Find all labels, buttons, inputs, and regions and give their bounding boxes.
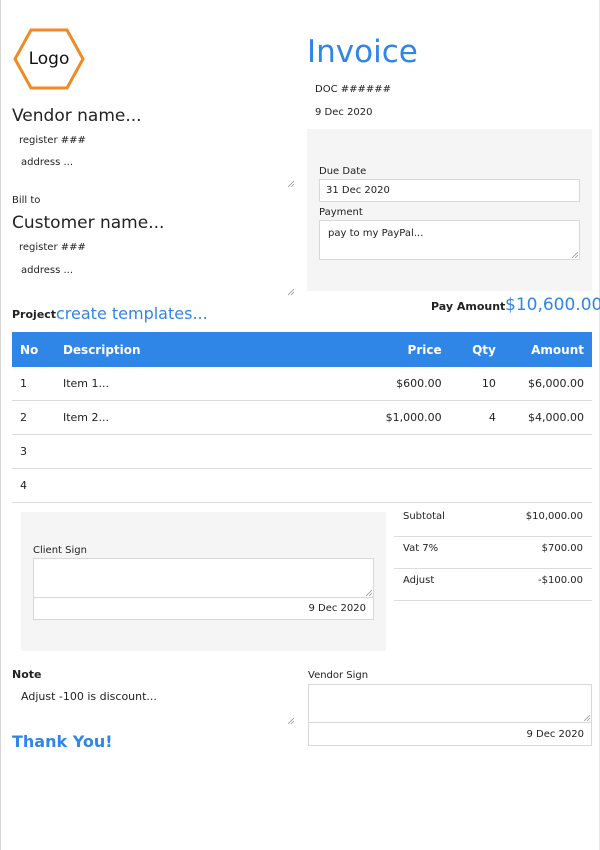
thank-you-text: Thank You! xyxy=(12,732,113,751)
vat-label[interactable]: Vat 7% xyxy=(403,543,438,554)
subtotal-value: $10,000.00 xyxy=(525,511,583,522)
doc-number[interactable]: DOC ###### xyxy=(315,84,391,95)
row-qty[interactable] xyxy=(449,468,504,503)
row-description[interactable] xyxy=(54,468,339,503)
table-row: 2 Item 2... $1,000.00 4 $4,000.00 xyxy=(12,400,592,435)
vendor-sign-label: Vendor Sign xyxy=(308,670,369,681)
row-price[interactable]: $1,000.00 xyxy=(338,400,450,435)
note-text[interactable]: Adjust -100 is discount... xyxy=(21,690,157,703)
bill-to-label: Bill to xyxy=(12,195,41,206)
payment-label: Payment xyxy=(319,207,363,218)
row-qty[interactable] xyxy=(449,434,504,469)
row-amount xyxy=(503,468,592,503)
subtotal-label: Subtotal xyxy=(403,511,445,522)
note-label: Note xyxy=(12,668,42,681)
customer-register[interactable]: register ### xyxy=(19,242,86,253)
payment-value: pay to my PayPal... xyxy=(328,228,424,239)
row-qty[interactable]: 4 xyxy=(449,400,504,435)
subtotal-row: Subtotal $10,000.00 xyxy=(394,504,592,537)
row-description[interactable]: Item 1... xyxy=(54,367,339,401)
page-border-left xyxy=(0,0,1,850)
vendor-sign-date: 9 Dec 2020 xyxy=(526,729,584,740)
row-description[interactable] xyxy=(54,434,339,469)
customer-address[interactable]: address ... xyxy=(21,265,73,276)
vat-value: $700.00 xyxy=(541,543,583,554)
customer-address-resize-icon[interactable] xyxy=(288,289,294,295)
row-amount xyxy=(503,434,592,469)
pay-amount-value: $10,600.00 xyxy=(505,295,600,315)
due-date-value: 31 Dec 2020 xyxy=(326,185,390,196)
row-qty[interactable]: 10 xyxy=(449,367,504,401)
vendor-name[interactable]: Vendor name... xyxy=(12,106,142,126)
table-header-row: No Description Price Qty Amount xyxy=(12,332,592,367)
pay-amount-label: Pay Amount xyxy=(431,300,506,313)
row-no[interactable]: 3 xyxy=(12,434,55,469)
payment-field[interactable]: pay to my PayPal... xyxy=(319,220,580,260)
adjust-value[interactable]: -$100.00 xyxy=(538,575,583,586)
vat-row: Vat 7% $700.00 xyxy=(394,536,592,569)
items-table: No Description Price Qty Amount 1 Item 1… xyxy=(12,332,592,503)
vendor-address[interactable]: address ... xyxy=(21,157,73,168)
row-no[interactable]: 4 xyxy=(12,468,55,503)
row-no[interactable]: 2 xyxy=(12,400,55,435)
client-sign-date-field[interactable]: 9 Dec 2020 xyxy=(33,597,374,620)
payment-resize-icon[interactable] xyxy=(572,252,578,258)
client-sign-resize-icon[interactable] xyxy=(366,590,372,596)
vendor-sign-resize-icon[interactable] xyxy=(584,715,590,721)
client-sign-label: Client Sign xyxy=(33,545,87,556)
logo[interactable]: Logo xyxy=(12,26,86,94)
row-amount: $4,000.00 xyxy=(503,400,592,435)
row-description[interactable]: Item 2... xyxy=(54,400,339,435)
logo-text: Logo xyxy=(28,49,70,69)
due-date-field[interactable]: 31 Dec 2020 xyxy=(319,179,580,202)
project-value[interactable]: create templates... xyxy=(56,304,208,323)
due-date-label: Due Date xyxy=(319,166,367,177)
header-qty: Qty xyxy=(449,332,504,367)
header-price: Price xyxy=(338,332,450,367)
customer-name[interactable]: Customer name... xyxy=(12,213,164,233)
row-price[interactable] xyxy=(338,468,450,503)
adjust-row: Adjust -$100.00 xyxy=(394,568,592,601)
project-label: Project xyxy=(12,308,57,321)
invoice-page: Logo Vendor name... register ### address… xyxy=(0,0,600,850)
table-row: 4 xyxy=(12,468,592,503)
invoice-date[interactable]: 9 Dec 2020 xyxy=(315,107,373,118)
vendor-sign-field[interactable] xyxy=(308,684,592,723)
vendor-address-resize-icon[interactable] xyxy=(288,181,294,187)
vendor-register[interactable]: register ### xyxy=(19,135,86,146)
adjust-label[interactable]: Adjust xyxy=(403,575,434,586)
note-resize-icon[interactable] xyxy=(288,718,294,724)
vendor-sign-date-field[interactable]: 9 Dec 2020 xyxy=(308,722,592,746)
row-price[interactable]: $600.00 xyxy=(338,367,450,401)
table-row: 3 xyxy=(12,434,592,469)
header-no: No xyxy=(12,332,55,367)
table-row: 1 Item 1... $600.00 10 $6,000.00 xyxy=(12,367,592,401)
invoice-title: Invoice xyxy=(307,34,418,70)
header-description: Description xyxy=(54,332,339,367)
row-amount: $6,000.00 xyxy=(503,367,592,401)
client-sign-date: 9 Dec 2020 xyxy=(308,603,366,614)
client-sign-field[interactable] xyxy=(33,558,374,598)
row-price[interactable] xyxy=(338,434,450,469)
header-amount: Amount xyxy=(503,332,592,367)
row-no[interactable]: 1 xyxy=(12,367,55,401)
